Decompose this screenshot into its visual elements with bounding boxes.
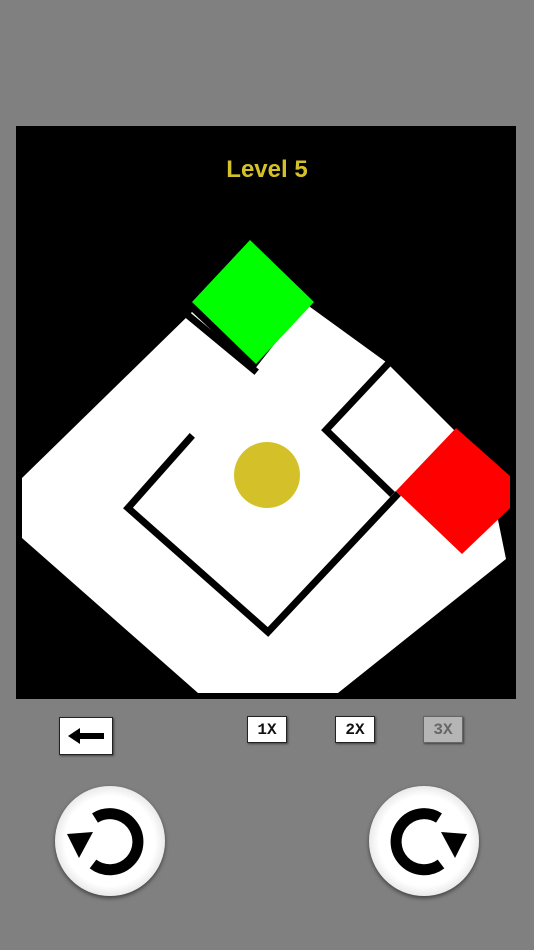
rotate-left-button[interactable] xyxy=(55,786,165,896)
back-button[interactable] xyxy=(59,717,113,755)
rotate-right-button[interactable] xyxy=(369,786,479,896)
speed-2x-button[interactable]: 2X xyxy=(335,716,375,743)
maze-svg xyxy=(22,240,510,693)
maze-board xyxy=(16,126,516,699)
rotate-counterclockwise-icon xyxy=(67,808,144,876)
arrow-left-icon xyxy=(68,728,104,744)
speed-1x-button[interactable]: 1X xyxy=(247,716,287,743)
level-title: Level 5 xyxy=(226,156,308,183)
speed-3x-button[interactable]: 3X xyxy=(423,716,463,743)
ball xyxy=(234,442,300,508)
rotate-clockwise-icon xyxy=(390,808,467,876)
